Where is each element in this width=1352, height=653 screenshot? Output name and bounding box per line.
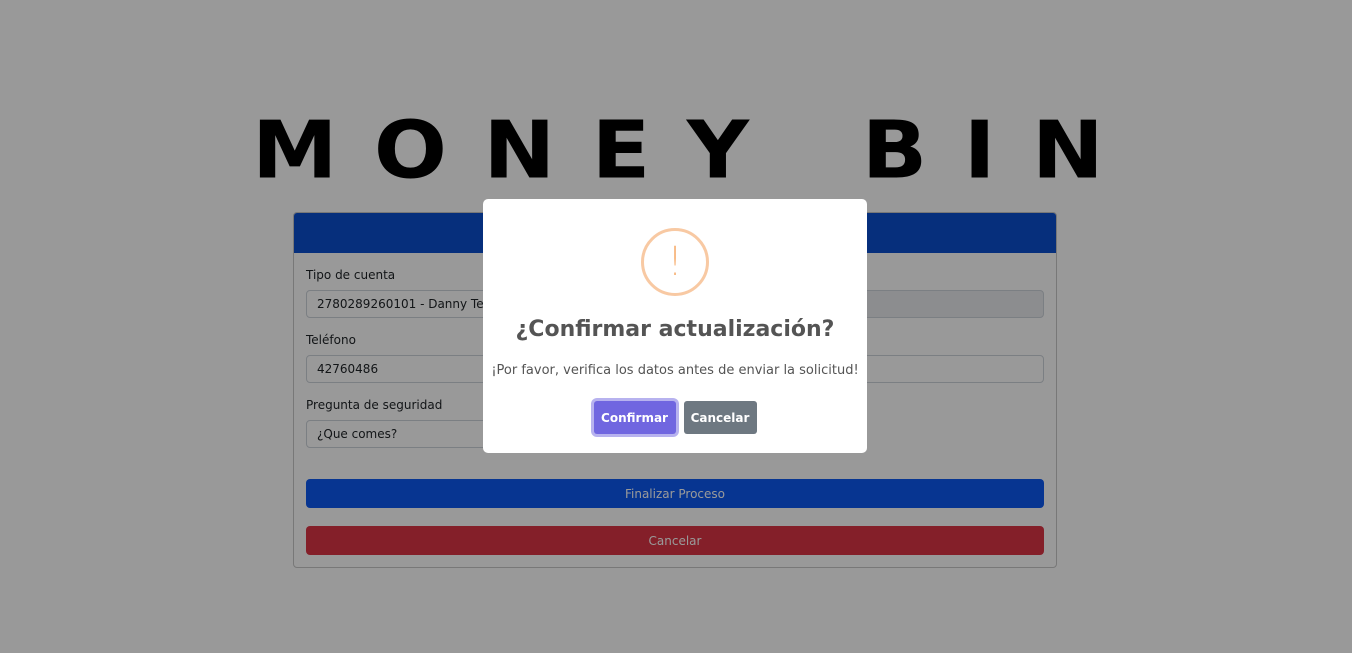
dialog-message: ¡Por favor, verifica los datos antes de … bbox=[491, 363, 859, 378]
dialog-title: ¿Confirmar actualización? bbox=[515, 317, 835, 342]
warning-icon: ! bbox=[641, 228, 709, 296]
dialog-actions: Confirmar Cancelar bbox=[483, 401, 867, 434]
page: M O N E Y B I N Tipo de cuenta 278028926… bbox=[0, 0, 1352, 653]
confirm-dialog: ! ¿Confirmar actualización? ¡Por favor, … bbox=[483, 199, 867, 453]
cancel-button[interactable]: Cancelar bbox=[683, 401, 757, 434]
confirm-button[interactable]: Confirmar bbox=[593, 401, 676, 434]
